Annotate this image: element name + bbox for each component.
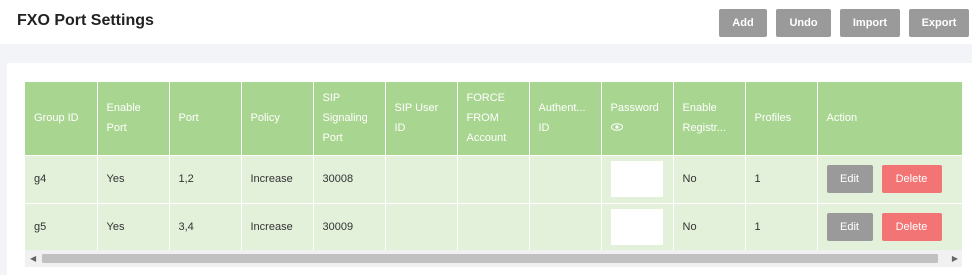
table-row: g4 Yes 1,2 Increase 30008 No 1 Edit Delet… — [25, 154, 963, 203]
cell-port: 3,4 — [169, 202, 242, 251]
delete-button[interactable]: Delete — [881, 213, 942, 242]
horizontal-scrollbar[interactable]: ◀ ▶ — [25, 250, 962, 267]
column-header-force-from-account[interactable]: FORCE FROM Account — [457, 82, 530, 155]
cell-policy: Increase — [241, 202, 314, 251]
password-field[interactable] — [610, 161, 663, 197]
table-header-row: Group ID Enable Port Port Policy SIP Sig… — [25, 82, 963, 155]
cell-password — [601, 202, 674, 251]
column-header-profiles[interactable]: Profiles — [745, 82, 818, 155]
edit-button[interactable]: Edit — [826, 213, 873, 242]
column-header-policy[interactable]: Policy — [241, 82, 314, 155]
cell-sip-signaling-port: 30009 — [313, 202, 386, 251]
cell-authentication-id — [529, 202, 602, 251]
arrow-left-icon[interactable]: ◀ — [30, 254, 36, 263]
top-bar: FXO Port Settings Add Undo Import Export — [0, 0, 972, 44]
cell-action: Edit Delete — [817, 154, 963, 203]
column-header-action: Action — [817, 82, 963, 155]
cell-port: 1,2 — [169, 154, 242, 203]
arrow-right-icon[interactable]: ▶ — [952, 254, 958, 263]
cell-group-id: g5 — [25, 202, 98, 251]
cell-policy: Increase — [241, 154, 314, 203]
cell-sip-signaling-port: 30008 — [313, 154, 386, 203]
table-row: g5 Yes 3,4 Increase 30009 No 1 Edit Delet… — [25, 202, 963, 251]
cell-profiles: 1 — [745, 202, 818, 251]
add-button[interactable]: Add — [719, 9, 767, 37]
cell-enable-port: Yes — [97, 202, 170, 251]
cell-enable-registration: No — [673, 154, 746, 203]
column-header-enable-registration[interactable]: Enable Registr... — [673, 82, 746, 155]
export-button[interactable]: Export — [909, 9, 969, 37]
edit-button[interactable]: Edit — [826, 165, 873, 193]
cell-sip-user-id — [385, 202, 458, 251]
import-button[interactable]: Import — [840, 9, 900, 37]
column-header-password[interactable]: Password — [601, 82, 674, 155]
column-header-sip-signaling-port[interactable]: SIP Signaling Port — [313, 82, 386, 155]
cell-authentication-id — [529, 154, 602, 203]
password-field[interactable] — [610, 209, 663, 246]
cell-group-id: g4 — [25, 154, 98, 203]
cell-enable-registration: No — [673, 202, 746, 251]
scrollbar-thumb[interactable] — [42, 254, 938, 263]
cell-sip-user-id — [385, 154, 458, 203]
cell-enable-port: Yes — [97, 154, 170, 203]
column-header-group-id[interactable]: Group ID — [25, 82, 98, 155]
column-header-enable-port[interactable]: Enable Port — [97, 82, 170, 155]
cell-force-from-account — [457, 154, 530, 203]
column-header-port[interactable]: Port — [169, 82, 242, 155]
eye-icon[interactable] — [610, 119, 623, 139]
page-title: FXO Port Settings — [17, 12, 154, 29]
column-header-authentication-id[interactable]: Authent... ID — [529, 82, 602, 155]
cell-profiles: 1 — [745, 154, 818, 203]
cell-force-from-account — [457, 202, 530, 251]
delete-button[interactable]: Delete — [881, 165, 942, 193]
cell-action: Edit Delete — [817, 202, 963, 251]
column-header-sip-user-id[interactable]: SIP User ID — [385, 82, 458, 155]
cell-password — [601, 154, 674, 203]
fxo-port-table: Group ID Enable Port Port Policy SIP Sig… — [25, 82, 963, 251]
undo-button[interactable]: Undo — [776, 9, 831, 37]
